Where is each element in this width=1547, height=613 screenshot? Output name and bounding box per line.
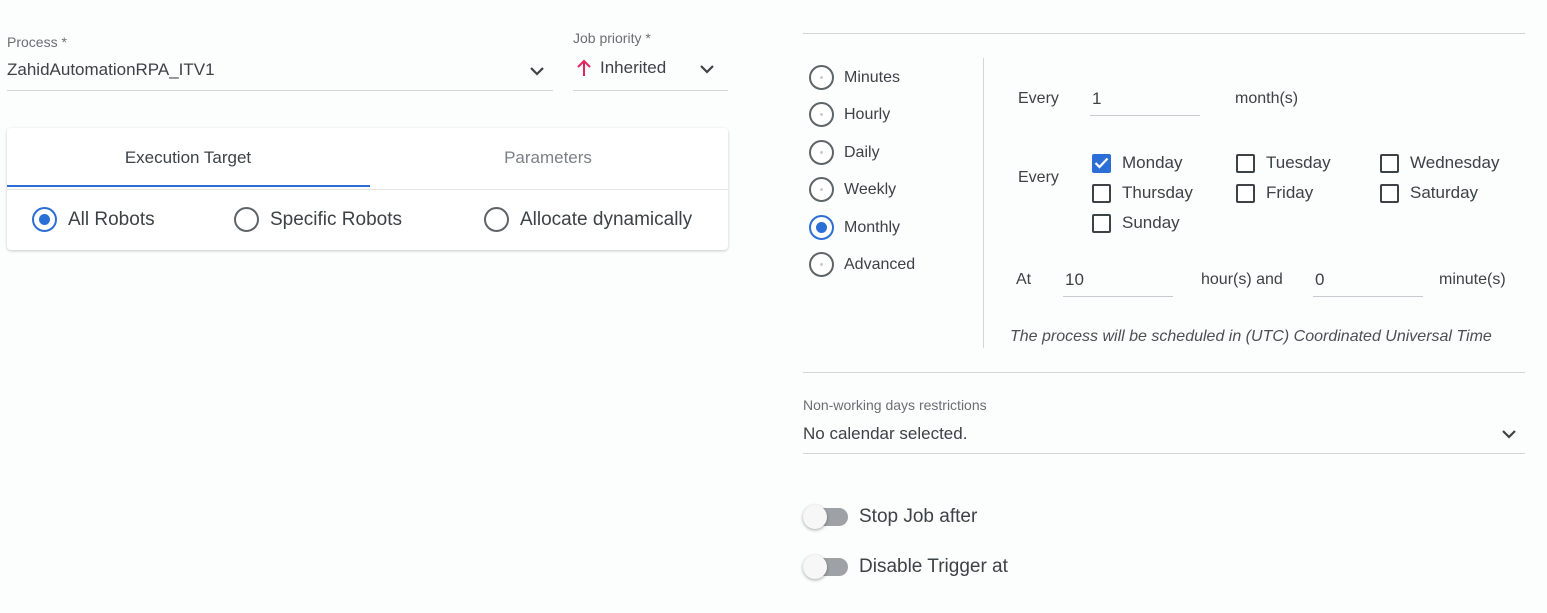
check-icon (1094, 157, 1109, 169)
frequency-minutes-control[interactable] (809, 65, 834, 90)
frequency-advanced[interactable]: Advanced (809, 252, 915, 277)
top-divider (803, 33, 1525, 34)
day-monday[interactable]: Monday (1092, 153, 1182, 173)
radio-all-robots-control[interactable] (32, 207, 57, 232)
job-priority-label: Job priority * (573, 30, 651, 46)
tab-execution-target[interactable]: Execution Target (7, 128, 369, 188)
non-working-days-value: No calendar selected. (803, 424, 968, 443)
process-value: ZahidAutomationRPA_ITV1 (7, 60, 215, 79)
day-thursday-checkbox[interactable] (1092, 183, 1111, 203)
arrow-up-icon (577, 59, 591, 76)
frequency-hourly-control[interactable] (809, 102, 834, 127)
day-sunday-label: Sunday (1122, 213, 1180, 232)
frequency-minutes[interactable]: Minutes (809, 65, 900, 90)
tab-parameters[interactable]: Parameters (367, 128, 729, 188)
radio-allocate-dynamically-label: Allocate dynamically (520, 208, 693, 230)
frequency-monthly-control[interactable] (809, 215, 834, 240)
day-tuesday-label: Tuesday (1266, 153, 1331, 172)
tab-divider (7, 189, 728, 190)
non-working-days-label: Non-working days restrictions (803, 397, 987, 413)
every-interval-label: Every (1018, 90, 1059, 107)
stop-job-after-toggle[interactable]: Stop Job after (803, 505, 977, 529)
day-saturday[interactable]: Saturday (1380, 183, 1478, 203)
minute-input[interactable]: 0 (1313, 265, 1423, 297)
day-friday[interactable]: Friday (1236, 183, 1313, 203)
day-saturday-label: Saturday (1410, 183, 1479, 202)
minute-unit: minute(s) (1439, 271, 1506, 288)
tab-parameters-label: Parameters (504, 148, 592, 167)
day-wednesday-checkbox[interactable] (1380, 153, 1399, 173)
day-sunday[interactable]: Sunday (1092, 213, 1180, 233)
disable-trigger-at-toggle[interactable]: Disable Trigger at (803, 555, 1008, 579)
every-days-label: Every (1018, 169, 1059, 186)
disable-trigger-at-label: Disable Trigger at (859, 556, 1008, 577)
day-saturday-checkbox[interactable] (1380, 183, 1399, 203)
at-label: At (1016, 271, 1032, 288)
execution-target-card: Execution Target Parameters All Robots S… (7, 128, 728, 250)
interval-input[interactable]: 1 (1090, 84, 1200, 116)
stop-job-after-label: Stop Job after (859, 506, 978, 527)
non-working-days-select[interactable]: Non-working days restrictions No calenda… (803, 397, 1525, 455)
hour-input[interactable]: 10 (1063, 265, 1173, 297)
day-friday-checkbox[interactable] (1236, 183, 1255, 203)
frequency-daily-control[interactable] (809, 140, 834, 165)
frequency-monthly-label: Monthly (844, 218, 901, 236)
frequency-minutes-label: Minutes (844, 68, 901, 86)
chevron-down-icon[interactable] (529, 66, 545, 76)
radio-allocate-dynamically[interactable]: Allocate dynamically (484, 207, 692, 232)
frequency-monthly[interactable]: Monthly (809, 215, 900, 240)
day-friday-label: Friday (1266, 183, 1314, 202)
non-working-days-underline (803, 453, 1525, 454)
radio-all-robots-label: All Robots (68, 208, 155, 230)
job-priority-underline (573, 90, 728, 91)
process-field[interactable]: Process * ZahidAutomationRPA_ITV1 (7, 34, 553, 92)
timezone-note: The process will be scheduled in (UTC) C… (1010, 328, 1492, 345)
radio-specific-robots-control[interactable] (234, 207, 259, 232)
radio-allocate-dynamically-control[interactable] (484, 207, 509, 232)
chevron-down-icon[interactable] (1501, 429, 1517, 439)
job-priority-field[interactable]: Job priority * Inherited (573, 30, 728, 92)
day-wednesday-label: Wednesday (1410, 153, 1500, 172)
day-tuesday[interactable]: Tuesday (1236, 153, 1331, 173)
day-monday-checkbox[interactable] (1092, 153, 1111, 173)
tab-execution-target-label: Execution Target (124, 148, 252, 167)
frequency-daily-label: Daily (844, 143, 880, 161)
day-thursday-label: Thursday (1122, 183, 1193, 202)
hour-unit: hour(s) and (1201, 271, 1283, 288)
frequency-advanced-label: Advanced (844, 255, 916, 273)
frequency-weekly-label: Weekly (844, 180, 897, 198)
interval-unit: month(s) (1235, 90, 1299, 107)
process-label: Process * (7, 34, 67, 50)
schedule-divider (803, 372, 1525, 373)
radio-all-robots[interactable]: All Robots (32, 207, 155, 232)
chevron-down-icon[interactable] (699, 64, 715, 74)
frequency-weekly-control[interactable] (809, 177, 834, 202)
day-sunday-checkbox[interactable] (1092, 213, 1111, 233)
day-thursday[interactable]: Thursday (1092, 183, 1193, 203)
frequency-hourly[interactable]: Hourly (809, 102, 890, 127)
radio-specific-robots-label: Specific Robots (270, 208, 403, 230)
frequency-weekly[interactable]: Weekly (809, 177, 896, 202)
process-underline (7, 90, 553, 91)
frequency-hourly-label: Hourly (844, 105, 891, 123)
day-wednesday[interactable]: Wednesday (1380, 153, 1499, 173)
job-priority-value: Inherited (600, 58, 667, 77)
active-tab-indicator (7, 185, 370, 187)
day-monday-label: Monday (1122, 153, 1183, 172)
day-tuesday-checkbox[interactable] (1236, 153, 1255, 173)
disable-trigger-at-switch[interactable] (803, 555, 849, 579)
frequency-advanced-control[interactable] (809, 252, 834, 277)
frequency-daily[interactable]: Daily (809, 140, 880, 165)
radio-specific-robots[interactable]: Specific Robots (234, 207, 402, 232)
frequency-divider (983, 58, 984, 348)
stop-job-after-switch[interactable] (803, 505, 849, 529)
